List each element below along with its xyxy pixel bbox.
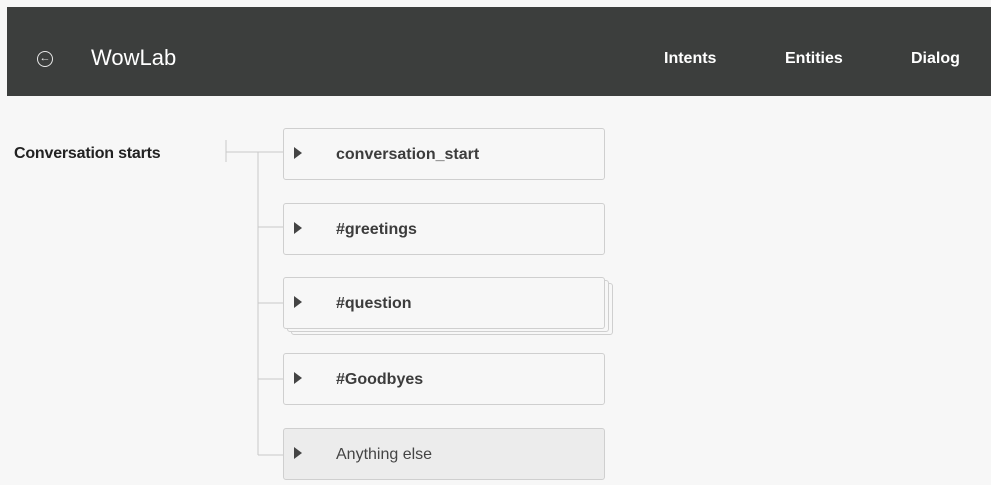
dialog-node-goodbyes[interactable]: #Goodbyes <box>283 353 605 405</box>
node-label: Anything else <box>336 446 433 463</box>
node-label: #Goodbyes <box>336 371 424 388</box>
expand-triangle-icon[interactable] <box>294 296 302 308</box>
back-arrow-icon[interactable]: ← <box>37 51 53 67</box>
node-label: conversation_start <box>336 146 480 163</box>
dialog-node-anything-else[interactable]: Anything else <box>283 428 605 480</box>
nav-entities[interactable]: Entities <box>785 47 843 71</box>
expand-triangle-icon[interactable] <box>294 372 302 384</box>
dialog-node-question[interactable]: #question <box>283 277 605 329</box>
dialog-node-conversation-start[interactable]: conversation_start <box>283 128 605 180</box>
expand-triangle-icon[interactable] <box>294 147 302 159</box>
expand-triangle-icon[interactable] <box>294 222 302 234</box>
dialog-node-greetings[interactable]: #greetings <box>283 203 605 255</box>
nav-intents[interactable]: Intents <box>664 47 716 71</box>
nav-dialog[interactable]: Dialog <box>911 47 960 71</box>
app-title: WowLab <box>91 45 177 70</box>
node-label: #question <box>336 295 412 312</box>
top-bar: ← WowLab Intents Entities Dialog <box>7 7 991 96</box>
node-label: #greetings <box>336 221 417 238</box>
expand-triangle-icon[interactable] <box>294 447 302 459</box>
conversation-start-label: Conversation starts <box>14 145 161 162</box>
